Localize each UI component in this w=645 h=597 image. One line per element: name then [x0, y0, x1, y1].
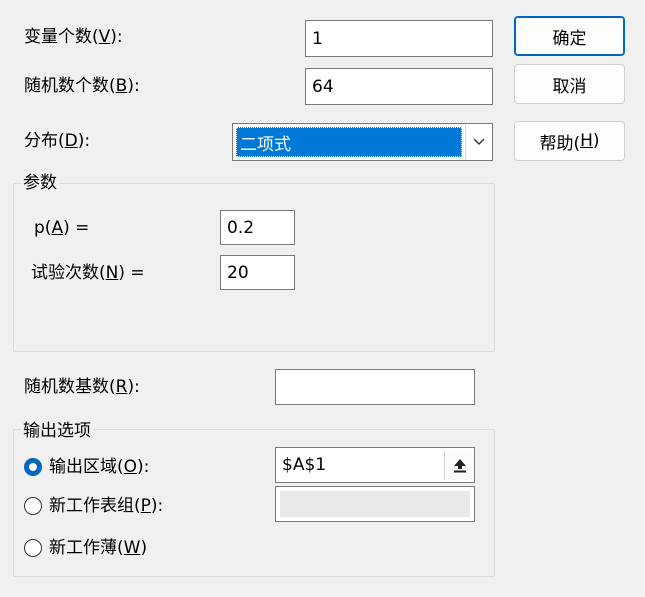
- help-button[interactable]: 帮助(H): [514, 121, 625, 161]
- new-workbook-mnemonic: W: [123, 538, 141, 558]
- random-count-mnemonic: B: [115, 76, 128, 96]
- output-range-value: $A$1: [282, 455, 327, 475]
- distribution-mnemonic: D: [64, 131, 78, 151]
- chevron-down-icon[interactable]: [465, 124, 492, 160]
- new-sheet-input[interactable]: [275, 486, 475, 522]
- new-sheet-radio[interactable]: [24, 497, 42, 515]
- seed-label-text: 随机数基数(: [24, 377, 116, 397]
- cancel-button-label: 取消: [552, 76, 587, 97]
- p-label-end: ) =: [63, 218, 90, 238]
- output-range-label: 输出区域(O):: [49, 457, 149, 477]
- p-input[interactable]: 0.2: [220, 210, 295, 245]
- trials-label: 试验次数(N) =: [31, 263, 145, 283]
- trials-mnemonic: N: [105, 263, 119, 283]
- distribution-value-text: 二项式: [240, 134, 291, 155]
- distribution-selected-value: 二项式: [236, 127, 462, 157]
- seed-label-end: ):: [127, 377, 140, 397]
- output-range-label-end: ):: [137, 457, 150, 477]
- distribution-select[interactable]: 二项式: [232, 123, 493, 161]
- output-range-input[interactable]: $A$1: [275, 447, 475, 483]
- output-range-label-text: 输出区域(: [49, 457, 124, 477]
- distribution-label-text: 分布(: [24, 131, 65, 151]
- new-sheet-input-disabled-area: [280, 491, 470, 517]
- random-count-value: 64: [312, 76, 334, 97]
- new-workbook-label-end: ): [140, 538, 148, 558]
- distribution-label: 分布(D):: [24, 131, 90, 151]
- collapse-dialog-icon[interactable]: [444, 450, 474, 480]
- new-sheet-label: 新工作表组(P):: [49, 496, 163, 516]
- variable-count-input[interactable]: 1: [305, 20, 493, 57]
- seed-label: 随机数基数(R):: [24, 377, 140, 397]
- random-count-label: 随机数个数(B):: [24, 76, 140, 96]
- random-count-label-text: 随机数个数(: [24, 76, 116, 96]
- random-count-input[interactable]: 64: [305, 68, 493, 105]
- parameters-group-title: 参数: [21, 173, 59, 193]
- variable-count-label-end: ):: [110, 27, 123, 47]
- ok-button[interactable]: 确定: [514, 16, 625, 56]
- output-range-radio[interactable]: [24, 458, 42, 476]
- random-count-label-end: ):: [127, 76, 140, 96]
- new-sheet-label-text: 新工作表组(: [49, 496, 141, 516]
- new-sheet-label-end: ):: [150, 496, 164, 516]
- help-button-mnemonic: H: [580, 131, 593, 151]
- help-button-label-end: ): [592, 131, 600, 151]
- new-workbook-label-text: 新工作薄(: [49, 538, 124, 558]
- cancel-button[interactable]: 取消: [514, 64, 625, 104]
- seed-mnemonic: R: [115, 377, 128, 397]
- distribution-label-end: ):: [77, 131, 91, 151]
- help-button-label: 帮助(: [539, 133, 581, 154]
- p-value: 0.2: [227, 217, 255, 238]
- p-label-text: p(: [34, 218, 52, 238]
- trials-label-end: ) =: [118, 263, 145, 283]
- trials-input[interactable]: 20: [220, 255, 295, 290]
- seed-input[interactable]: [275, 369, 475, 405]
- new-sheet-mnemonic: P: [140, 496, 151, 516]
- variable-count-label-text: 变量个数(: [24, 27, 99, 47]
- p-mnemonic: A: [51, 218, 64, 238]
- variable-count-label: 变量个数(V):: [24, 27, 123, 47]
- trials-value: 20: [227, 262, 249, 283]
- variable-count-value: 1: [312, 28, 323, 49]
- ok-button-label: 确定: [552, 28, 587, 49]
- new-workbook-radio[interactable]: [24, 539, 42, 557]
- variable-count-mnemonic: V: [98, 27, 111, 47]
- output-range-mnemonic: O: [123, 457, 138, 477]
- output-options-title: 输出选项: [21, 421, 93, 441]
- p-label: p(A) =: [34, 218, 89, 238]
- new-workbook-label: 新工作薄(W): [49, 538, 147, 558]
- trials-label-text: 试验次数(: [31, 263, 106, 283]
